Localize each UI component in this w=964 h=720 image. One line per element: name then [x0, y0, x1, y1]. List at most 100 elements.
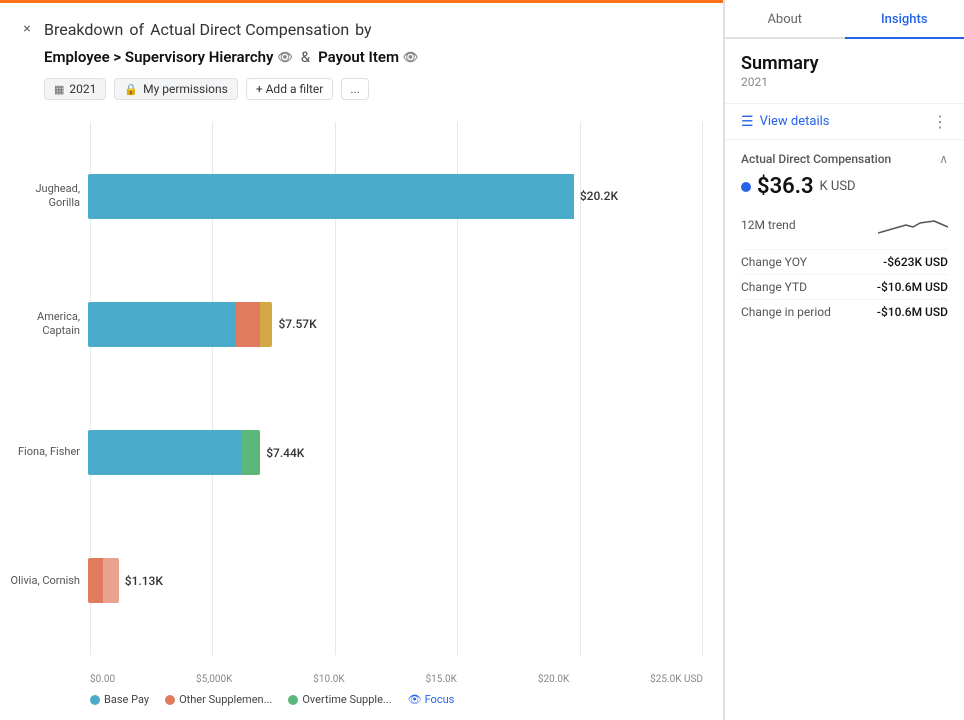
legend-dot-base-pay [90, 695, 100, 705]
chart-legend: Base Pay Other Supplemen... Overtime Sup… [10, 685, 703, 710]
payout-item-link[interactable]: Payout Item 👁 [318, 48, 418, 66]
legend-label-base-pay: Base Pay [104, 693, 149, 706]
year-chip-label: 2021 [69, 82, 96, 96]
bar-value-jughead: $20.2K [580, 189, 618, 203]
x-label-4: $20.0K [538, 674, 569, 685]
bar-segment-other-america [236, 302, 261, 347]
legend-label-other-supplement: Other Supplemen... [179, 693, 272, 706]
x-axis: $0.00 $5,000K $10.0K $15.0K $20.0K $25.0… [90, 674, 703, 685]
bar-segment-base-america [88, 302, 236, 347]
year-filter-chip[interactable]: ▦ 2021 [44, 78, 106, 100]
list-icon: ☰ [741, 114, 754, 130]
metric-header: Actual Direct Compensation ∧ [741, 152, 948, 166]
bar-segment-other-olivia [88, 558, 103, 603]
chart-container: Jughead, Gorilla $20.2K America, Captain… [10, 122, 703, 685]
trend-row: 12M trend [741, 211, 948, 239]
bar-track-fiona: $7.44K [88, 430, 703, 475]
bar-value-america: $7.57K [278, 317, 316, 331]
x-label-5: $25.0K USD [650, 674, 703, 685]
legend-item-overtime-supplement[interactable]: Overtime Supple... [288, 693, 391, 706]
by-label: by [355, 20, 371, 39]
tabs-row: About Insights [725, 0, 964, 39]
bar-value-olivia: $1.13K [125, 574, 163, 588]
summary-title: Summary [741, 53, 948, 74]
bar-segment-base-olivia [103, 558, 118, 603]
change-yoy-label: Change YOY [741, 255, 807, 269]
change-ytd-value: -$10.6M USD [877, 280, 948, 294]
metric-dot [741, 182, 751, 192]
breakdown-label: Breakdown [44, 20, 123, 39]
kebab-menu-icon[interactable]: ⋮ [932, 112, 948, 131]
bar-segment-base-jughead [88, 174, 574, 219]
bar-track-jughead: $20.2K [88, 174, 703, 219]
x-label-1: $5,000K [196, 674, 232, 685]
table-row: Fiona, Fisher $7.44K [10, 418, 703, 488]
summary-year: 2021 [741, 75, 948, 89]
legend-item-other-supplement[interactable]: Other Supplemen... [165, 693, 272, 706]
bar-label-olivia: Olivia, Cornish [10, 574, 88, 588]
change-period-row: Change in period -$10.6M USD [741, 299, 948, 324]
metric-title: Actual Direct Compensation [741, 152, 891, 166]
chevron-up-icon[interactable]: ∧ [939, 152, 948, 166]
close-button[interactable]: × [16, 18, 38, 40]
hierarchy-link[interactable]: Employee > Supervisory Hierarchy 👁 [44, 48, 293, 66]
x-label-2: $10.0K [313, 674, 344, 685]
table-row: Jughead, Gorilla $20.2K [10, 161, 703, 231]
tab-about[interactable]: About [725, 0, 845, 37]
change-period-label: Change in period [741, 305, 831, 319]
chart-area: Jughead, Gorilla $20.2K America, Captain… [0, 112, 723, 720]
focus-link[interactable]: 👁 Focus [408, 693, 455, 706]
legend-dot-overtime-supplement [288, 695, 298, 705]
bar-label-america: America, Captain [10, 310, 88, 339]
ampersand: & [301, 48, 310, 66]
subheader-row: Employee > Supervisory Hierarchy 👁 & Pay… [0, 44, 723, 74]
bar-segment-extra-america [260, 302, 272, 347]
hierarchy-eye-icon[interactable]: 👁 [278, 50, 293, 64]
header-row: × Breakdown of Actual Direct Compensatio… [0, 0, 723, 44]
view-details-label: View details [760, 114, 830, 129]
bar-label-jughead: Jughead, Gorilla [10, 182, 88, 211]
trend-label: 12M trend [741, 218, 796, 232]
calendar-icon: ▦ [54, 83, 64, 96]
add-filter-button[interactable]: + Add a filter [246, 78, 334, 100]
hierarchy-label: Employee > Supervisory Hierarchy [44, 48, 274, 66]
bar-track-olivia: $1.13K [88, 558, 703, 603]
legend-label-overtime-supplement: Overtime Supple... [302, 693, 391, 706]
table-row: America, Captain $7.57K [10, 289, 703, 359]
bar-segment-base-fiona [88, 430, 242, 475]
x-label-3: $15.0K [426, 674, 457, 685]
permissions-chip-label: My permissions [143, 82, 228, 96]
summary-section: Summary 2021 [725, 39, 964, 103]
change-yoy-value: -$623K USD [883, 255, 948, 269]
table-row: Olivia, Cornish $1.13K [10, 546, 703, 616]
bar-track-america: $7.57K [88, 302, 703, 347]
focus-eye-icon: 👁 [408, 693, 422, 706]
sparkline-chart [878, 211, 948, 239]
right-panel: About Insights Summary 2021 ☰ View detai… [724, 0, 964, 720]
left-panel: × Breakdown of Actual Direct Compensatio… [0, 0, 724, 720]
bars-area: Jughead, Gorilla $20.2K America, Captain… [10, 122, 703, 655]
add-filter-label: + Add a filter [256, 82, 324, 96]
lock-icon: 🔒 [124, 83, 138, 96]
payout-item-label: Payout Item [318, 48, 399, 66]
legend-dot-other-supplement [165, 695, 175, 705]
more-options-button[interactable]: ... [341, 78, 369, 100]
permissions-filter-chip[interactable]: 🔒 My permissions [114, 78, 237, 100]
view-details-row: ☰ View details ⋮ [725, 103, 964, 140]
metric-value: $36.3 [757, 174, 814, 199]
payout-eye-icon[interactable]: 👁 [403, 50, 418, 64]
bar-segment-overtime-fiona [242, 430, 260, 475]
change-period-value: -$10.6M USD [877, 305, 948, 319]
legend-item-base-pay[interactable]: Base Pay [90, 693, 149, 706]
change-ytd-label: Change YTD [741, 280, 807, 294]
view-details-link[interactable]: ☰ View details [741, 114, 829, 130]
tab-insights[interactable]: Insights [845, 0, 964, 37]
filter-row: ▦ 2021 🔒 My permissions + Add a filter .… [0, 74, 723, 112]
bar-label-fiona: Fiona, Fisher [10, 445, 88, 459]
of-label: of [129, 20, 144, 39]
metric-value-row: $36.3 K USD [741, 174, 948, 199]
bar-value-fiona: $7.44K [266, 446, 304, 460]
change-ytd-row: Change YTD -$10.6M USD [741, 274, 948, 299]
focus-label: Focus [425, 693, 455, 706]
change-yoy-row: Change YOY -$623K USD [741, 249, 948, 274]
